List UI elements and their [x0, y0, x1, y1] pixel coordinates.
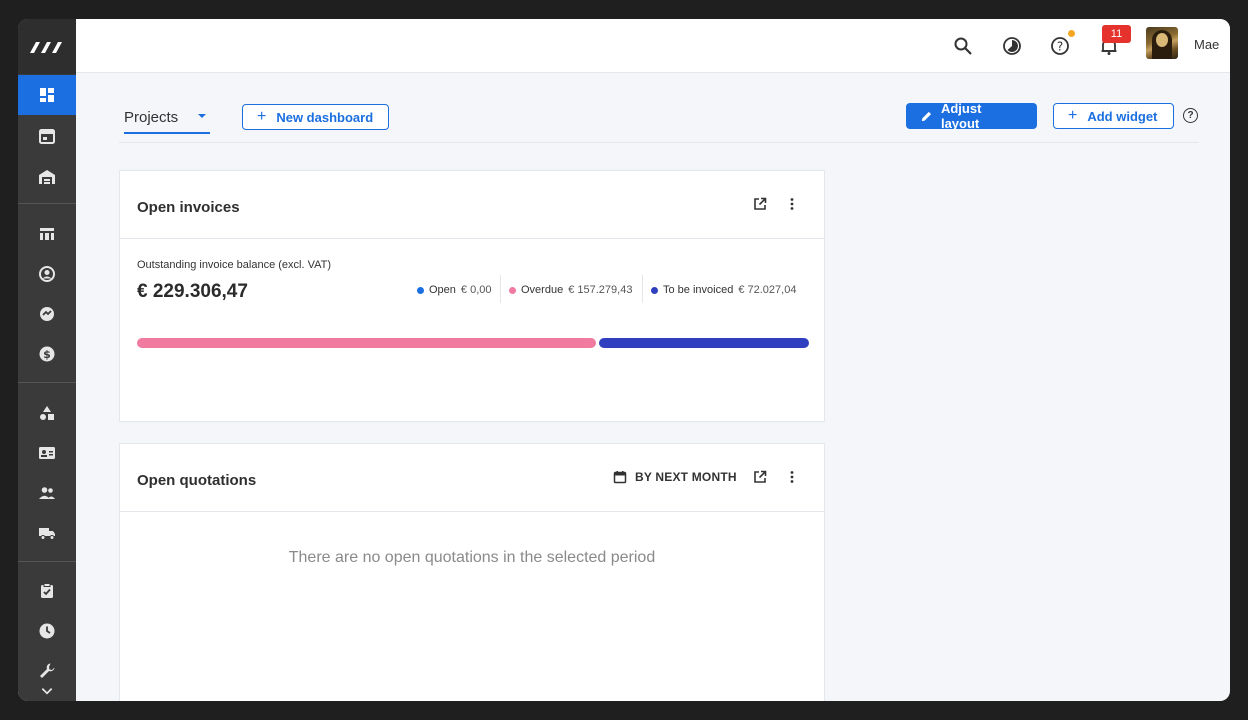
help-indicator-dot: [1068, 30, 1075, 37]
add-widget-button[interactable]: + Add widget: [1053, 103, 1174, 129]
legend-overdue-dot: [509, 286, 516, 294]
warehouse-icon: [39, 170, 55, 184]
sidebar-divider: [18, 561, 76, 562]
task-icon: [41, 583, 53, 598]
help-icon: ?: [1051, 37, 1069, 55]
caret-down-icon: [198, 114, 206, 118]
invoice-bar-to-be-invoiced: [598, 338, 809, 348]
new-dashboard-button[interactable]: + New dashboard: [242, 104, 389, 130]
search-icon: [954, 37, 972, 55]
legend-open: Open € 0,00: [417, 284, 492, 296]
logo[interactable]: [18, 19, 76, 74]
dashboard-selector-label: Projects: [124, 109, 179, 126]
add-widget-label: Add widget: [1087, 108, 1158, 124]
sidebar-item-employees[interactable]: [18, 433, 76, 473]
clock-icon: [39, 623, 55, 639]
legend-open-dot: [417, 286, 424, 294]
more-vertical-icon: [790, 198, 794, 210]
toolbar-divider: [119, 142, 1199, 143]
dollar-icon: $: [39, 346, 55, 362]
more-options-button[interactable]: [783, 468, 801, 486]
search-button[interactable]: [952, 35, 974, 57]
sidebar-item-time[interactable]: [18, 611, 76, 651]
sidebar-item-dashboard[interactable]: [18, 75, 76, 115]
open-quotations-widget: Open quotations BY NEXT MONTH There are …: [119, 443, 825, 701]
widget-title: Open quotations: [137, 472, 257, 489]
legend-to-be-invoiced: To be invoiced € 72.027,04: [651, 284, 796, 296]
legend-open-value: € 0,00: [460, 284, 492, 296]
help-button[interactable]: ?: [1049, 35, 1071, 57]
contact-icon: [39, 266, 55, 282]
legend-overdue-value: € 157.279,43: [568, 284, 633, 296]
svg-text:$: $: [43, 348, 51, 361]
sidebar-divider: [18, 382, 76, 383]
calendar-icon: [613, 471, 627, 484]
period-selector[interactable]: BY NEXT MONTH: [613, 470, 737, 484]
sidebar-item-tasks[interactable]: [18, 571, 76, 611]
more-vertical-icon: [790, 471, 794, 483]
truck-icon: [39, 528, 55, 540]
legend-overdue-label: Overdue: [521, 284, 564, 296]
table-icon: [40, 228, 54, 240]
sidebar-item-finance[interactable]: $: [18, 334, 76, 374]
open-external-button[interactable]: [751, 195, 769, 213]
svg-text:?: ?: [1057, 40, 1063, 54]
open-invoices-widget: Open invoices Outstanding invoice balanc…: [119, 170, 825, 422]
wrench-icon: [40, 663, 55, 678]
shapes-icon: [40, 406, 54, 420]
legend-separator: [500, 275, 501, 303]
open-external-icon: [754, 470, 767, 483]
app-window: $ ? 11 Mae Projects + New dashboard Adju…: [18, 19, 1230, 701]
dashboard-selector[interactable]: Projects: [124, 108, 210, 134]
id-card-icon: [39, 447, 55, 459]
adjust-layout-button[interactable]: Adjust layout: [906, 101, 1037, 131]
timer-button[interactable]: [1001, 35, 1023, 57]
sidebar-item-warehouse[interactable]: [18, 157, 76, 197]
plus-icon: +: [257, 108, 267, 125]
period-label: BY NEXT MONTH: [635, 470, 737, 484]
invoice-total: € 229.306,47: [137, 281, 248, 302]
legend-separator: [642, 275, 643, 303]
legend-to-be-invoiced-label: To be invoiced: [663, 284, 734, 296]
calendar-icon: [39, 129, 55, 144]
legend-to-be-invoiced-value: € 72.027,04: [738, 284, 797, 296]
adjust-layout-label: Adjust layout: [940, 101, 982, 131]
sidebar: $: [18, 19, 76, 701]
widget-title: Open invoices: [137, 199, 240, 216]
plus-icon: +: [1068, 107, 1078, 124]
widget-header: Open quotations BY NEXT MONTH: [120, 444, 824, 512]
sidebar-item-deals[interactable]: [18, 294, 76, 334]
sidebar-item-contacts[interactable]: [18, 254, 76, 294]
more-options-button[interactable]: [783, 195, 801, 213]
sidebar-item-table[interactable]: [18, 214, 76, 254]
timer-icon: [1003, 37, 1021, 55]
sidebar-expand[interactable]: [18, 681, 76, 701]
legend-to-be-invoiced-dot: [651, 286, 658, 294]
invoice-balance-label: Outstanding invoice balance (excl. VAT): [137, 259, 332, 271]
pencil-icon: [921, 111, 932, 121]
help-icon[interactable]: ?: [1183, 108, 1198, 123]
sidebar-item-calendar[interactable]: [18, 116, 76, 156]
sidebar-item-logistics[interactable]: [18, 513, 76, 553]
notification-badge: 11: [1102, 25, 1131, 43]
sidebar-divider: [18, 203, 76, 204]
logo-icon: [30, 41, 62, 53]
widget-header: Open invoices: [120, 171, 824, 239]
legend-open-label: Open: [429, 284, 456, 296]
handshake-icon: [40, 307, 54, 321]
legend-overdue: Overdue € 157.279,43: [509, 284, 632, 296]
dashboard-icon: [40, 88, 54, 102]
avatar-face: [1156, 33, 1168, 47]
users-icon: [39, 487, 55, 499]
empty-state-message: There are no open quotations in the sele…: [288, 549, 656, 566]
chevron-down-icon: [41, 688, 53, 695]
new-dashboard-label: New dashboard: [276, 109, 374, 125]
invoice-bar-overdue: [137, 338, 596, 348]
sidebar-item-teams[interactable]: [18, 473, 76, 513]
open-external-icon: [754, 197, 767, 210]
open-external-button[interactable]: [751, 468, 769, 486]
avatar[interactable]: [1146, 27, 1178, 59]
sidebar-item-products[interactable]: [18, 393, 76, 433]
user-name[interactable]: Mae: [1194, 37, 1219, 52]
